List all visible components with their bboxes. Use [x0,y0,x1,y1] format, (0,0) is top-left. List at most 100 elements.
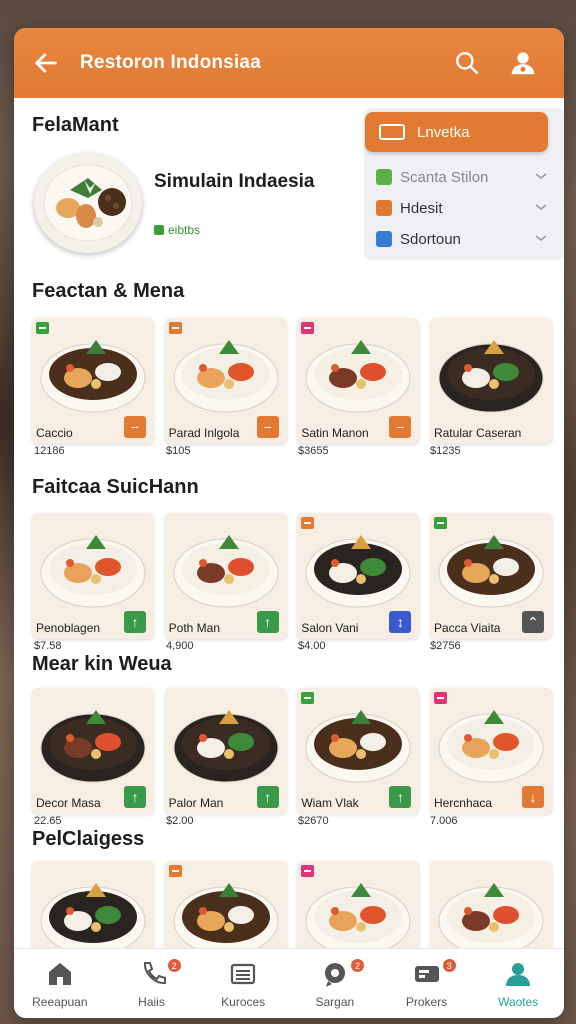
tab-chat[interactable]: 2 Sargan [289,949,381,1018]
menu-item-price: $4.00 [298,640,326,652]
add-to-cart-button[interactable]: − [389,416,412,438]
menu-item-card[interactable]: Wiam Vlak ↑ [297,688,420,814]
featured-badge: eibtbs [154,223,200,237]
menu-item-price: $3655 [298,445,329,457]
menu-item-price: 7.006 [430,815,458,827]
menu-item-name: Wiam Vlak [301,796,359,810]
section-heading: Mear kin Weua [32,653,172,675]
menu-item-card[interactable] [429,861,552,961]
menu-item-price: 12186 [34,445,65,457]
filter-option[interactable]: Sdortoun [376,226,548,252]
filter-option-icon [376,200,392,216]
menu-item-name: Penoblagen [36,621,101,635]
add-to-cart-button[interactable]: ↑ [389,786,412,808]
menu-item-price: $7.58 [34,640,62,652]
featured-badge-label: eibtbs [168,223,201,237]
dish-image [305,535,411,608]
dish-image [173,710,279,783]
add-to-cart-button[interactable]: ↑ [256,786,279,808]
menu-item-card[interactable] [32,861,154,961]
person-icon [506,963,531,986]
dish-image [438,340,544,413]
menu-item-card[interactable]: Palor Man ↑ [164,688,287,814]
add-to-cart-button[interactable]: ↑ [124,786,146,808]
dish-image [173,340,279,413]
chevron-down-icon [535,235,547,242]
menu-item-card[interactable]: Ratular Caseran [429,318,552,444]
user-icon[interactable] [508,48,538,78]
menu-grid: Penoblagen ↑ Poth Man ↑ Salon Vani ↕ Pac… [32,513,552,639]
menu-grid [32,861,552,961]
add-to-cart-button[interactable]: ↑ [124,611,146,633]
add-to-cart-button[interactable]: ↕ [389,611,412,633]
bottom-tab-bar: Reeapuan 2 Haiis Kuroces 2 Sargan 3 Prokers Waot… [14,948,564,1018]
arrow-left-icon[interactable] [32,49,60,77]
menu-item-price: $2756 [430,640,461,652]
card-icon [414,966,439,982]
featured-dish-image[interactable] [34,153,142,253]
tab-label: Kuroces [221,995,266,1009]
menu-item-price: $1235 [430,445,461,457]
menu-grid: Decor Masa ↑ Palor Man ↑ Wiam Vlak ↑ Her… [32,688,552,814]
filter-primary-button[interactable]: Lnvetka [365,112,548,152]
app-window: Restoron Indonsiaa FelaMant Simulain Ind… [14,28,564,1018]
add-to-cart-button[interactable]: ↑ [256,611,279,633]
menu-item-name: Ratular Caseran [433,426,522,440]
menu-item-card[interactable] [164,861,287,961]
menu-item-price: 22.65 [34,815,62,827]
menu-item-card[interactable]: Salon Vani ↕ [297,513,420,639]
tab-home[interactable]: Reeapuan [14,949,106,1018]
tab-list[interactable]: Kuroces [197,949,289,1018]
menu-item-name: Palor Man [168,796,224,810]
notification-badge: 3 [442,959,456,972]
menu-item-card[interactable]: Penoblagen ↑ [32,513,154,639]
dish-image [305,340,411,413]
add-to-cart-button[interactable]: ⌃ [521,611,544,633]
menu-item-card[interactable]: Parad Inlgola − [164,318,287,444]
menu-item-name: Satin Manon [301,426,369,440]
featured-heading: FelaMant [32,114,119,136]
filter-option-icon [376,231,392,247]
tab-label: Haiis [138,995,165,1009]
add-to-cart-button[interactable]: ↓ [521,786,544,808]
tab-card[interactable]: 3 Prokers [381,949,473,1018]
filter-option[interactable]: Hdesit [376,195,548,221]
tab-person[interactable]: Waotes [472,949,564,1018]
menu-item-name: Parad Inlgola [168,426,240,440]
menu-item-card[interactable]: Hercnhaca ↓ [429,688,552,814]
filter-option-label: Sdortoun [400,230,461,248]
tab-phone[interactable]: 2 Haiis [106,949,198,1018]
featured-dish-name[interactable]: Simulain Indaesia [154,171,354,192]
filter-option-icon [376,169,392,185]
dish-image [305,710,411,783]
menu-grid: Caccio − Parad Inlgola − Satin Manon − R… [32,318,552,444]
filter-option[interactable]: Scanta Stilon [376,164,548,190]
filter-option-label: Scanta Stilon [400,168,489,186]
menu-item-card[interactable]: Satin Manon − [297,318,420,444]
menu-item-card[interactable]: Pacca Viaita ⌃ [429,513,552,639]
tab-label: Prokers [405,995,448,1009]
dish-image [40,340,146,413]
section-heading: Feactan & Mena [32,280,185,302]
filter-primary-label: Lnvetka [417,123,470,141]
menu-item-price: $2670 [298,815,329,827]
filter-option-label: Hdesit [400,199,443,217]
search-icon[interactable] [452,48,482,78]
filter-panel: Lnvetka Scanta Stilon Hdesit Sdortoun [364,108,564,260]
menu-item-name: Pacca Viaita [433,621,501,635]
add-to-cart-button[interactable]: − [256,416,279,438]
menu-item-name: Decor Masa [36,796,101,810]
section-heading: PelClaigess [32,828,145,850]
notification-badge: 2 [167,959,181,972]
menu-item-price: $2.00 [166,815,194,827]
menu-item-card[interactable]: Decor Masa ↑ [32,688,154,814]
menu-item-card[interactable]: Caccio − [32,318,154,444]
menu-item-card[interactable]: Poth Man ↑ [164,513,287,639]
dish-image [438,710,544,783]
menu-item-card[interactable] [297,861,420,961]
tag-icon [379,124,405,140]
home-icon [48,963,71,985]
menu-item-name: Caccio [36,426,73,440]
add-to-cart-button[interactable]: − [124,416,146,438]
app-header: Restoron Indonsiaa [14,28,564,98]
